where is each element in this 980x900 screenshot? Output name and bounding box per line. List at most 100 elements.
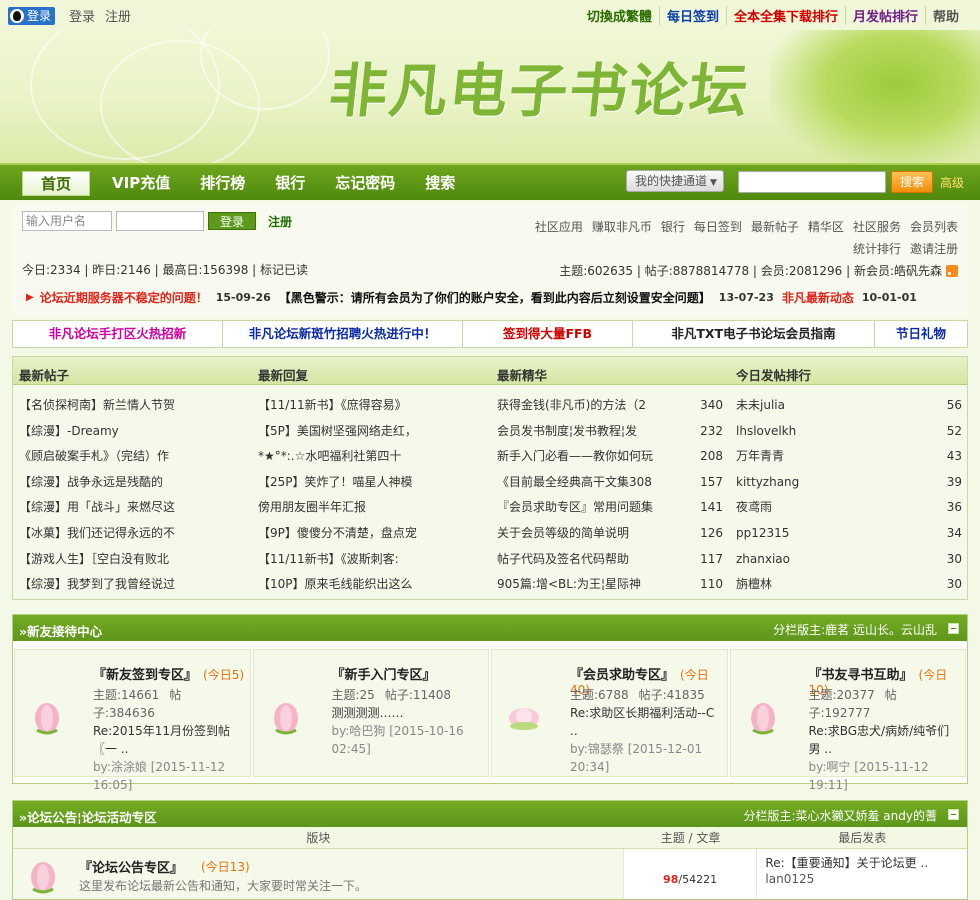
list-item[interactable]: 未未julia 56 [736,393,962,419]
nav-item[interactable]: 首页 [22,171,91,196]
list-item[interactable]: 【综漫】用「战斗」来燃尽这 [19,495,247,521]
quick-link[interactable]: 统计排行 [853,242,901,256]
search-input[interactable] [738,171,886,193]
list-item[interactable]: 【11/11新书】《庶得容易》 [258,393,486,419]
section-title[interactable]: »论坛公告¦论坛活动专区 [19,807,157,826]
list-item[interactable]: 【综漫】战争永远是残酷的 [19,470,247,496]
top-link[interactable]: 帮助 [924,6,966,25]
announcement-link[interactable]: 论坛近期服务器不稳定的问题！ [40,289,208,305]
promo-link[interactable]: 节日礼物 [875,321,967,347]
list-item[interactable]: 旃檀林 30 [736,572,962,598]
nav-item[interactable]: 搜索 [425,171,455,196]
list-item[interactable]: 【名侦探柯南】新兰情人节贺 [19,393,247,419]
quick-link[interactable]: 会员列表 [910,220,958,234]
nav-item[interactable]: 排行榜 [200,171,245,196]
list-item[interactable]: 帖子代码及签名代码帮助 117 [497,547,723,573]
list-item[interactable]: 【5P】美国树坚强网络走红， [258,419,486,445]
list-item[interactable]: 【综漫】我梦到了我曾经说过 [19,572,247,598]
quick-link[interactable]: 社区应用 [535,220,583,234]
list-item[interactable]: 傍用朋友圈半年汇报 [258,495,486,521]
quick-link[interactable]: 最新帖子 [751,220,799,234]
forum-card[interactable]: 『新友签到专区』 (今日5) 主题:14661 帖子:384636 Re:2015年11… [14,649,251,792]
list-item[interactable]: 『会员求助专区』常用问题集 141 [497,495,723,521]
list-item[interactable]: 会员发书制度¦发书教程¦发 232 [497,419,723,445]
promo-link[interactable]: 签到得大量FFB [463,321,633,347]
quick-link[interactable]: 每日签到 [694,220,742,234]
quick-link[interactable]: 精华区 [808,220,844,234]
qq-login-button[interactable]: 登录 [8,6,56,25]
forum-name[interactable]: 『新手入门专区』 [332,664,442,683]
last-post-author[interactable]: by:锦瑟祭 [2015-12-01 20:34] [570,740,720,776]
login-button[interactable]: 登录 [208,212,256,230]
list-item[interactable]: 关于会员等级的简单说明 126 [497,521,723,547]
quick-link[interactable]: 银行 [661,220,685,234]
login-link[interactable]: 登录 [69,6,95,25]
forum-card[interactable]: 『新手入门专区』 主题:25 帖子:11408 测测测测…… by:哈巴狗 [2015-… [252,649,489,777]
forum-topics: 主题:20377 [808,688,875,702]
list-item[interactable]: 【9P】傻傻分不清楚，盘点宠 [258,521,486,547]
quick-link[interactable]: 赚取非凡币 [592,220,652,234]
list-item-title: 夜鸢雨 [736,500,773,515]
collapse-icon[interactable] [948,623,959,634]
forum-card[interactable]: 『书友寻书互助』 (今日10) 主题:20377 帖子:192777 Re:求BG忠犬/… [729,649,966,792]
promo-link[interactable]: 非凡论坛手打区火热招新 [13,321,223,347]
nav-item[interactable]: 银行 [275,171,305,196]
list-item[interactable]: 《顾启破案手札》（完结）作 [19,444,247,470]
forum-card[interactable]: 『会员求助专区』 (今日40) 主题:6788 帖子:41835 Re:求助区长期福利活… [491,649,728,777]
list-item[interactable]: 获得金钱(非凡币)的方法（2 340 [497,393,723,419]
section-title[interactable]: »新友接待中心 [19,621,102,640]
last-post-link[interactable]: Re:【重要通知】关于论坛更 .. [765,855,967,871]
list-item-title: 万年青青 [736,449,785,464]
announcement-link[interactable]: 非凡最新动态 [782,289,854,305]
last-post-author[interactable]: by:哈巴狗 [2015-10-16 02:45] [332,722,482,758]
last-post-link[interactable]: Re:求BG忠犬/病娇/纯爷们男 .. [809,722,959,758]
advanced-search-link[interactable]: 高级 [940,174,964,191]
list-item[interactable]: *★°*:.☆水吧福利社第四十 [258,444,486,470]
top-link[interactable]: 全本全集下载排行 [725,6,845,25]
register-button[interactable]: 注册 [268,213,292,230]
nav-item[interactable]: VIP充值 [112,171,170,196]
list-item[interactable]: 【冰菓】我们还记得永远的不 [19,521,247,547]
list-item[interactable]: lhslovelkh 52 [736,419,962,445]
forum-name[interactable]: 『新友签到专区』 (今日5) [93,664,244,683]
list-item-title: 【冰菓】我们还记得永远的不 [19,525,176,540]
list-item[interactable]: 【25P】笑炸了！喵星人神模 [258,470,486,496]
top-link[interactable]: 每日签到 [658,6,726,25]
list-item[interactable]: 【11/11新书】《波斯刺客: [258,547,486,573]
list-item[interactable]: 新手入门必看——教你如何玩 208 [497,444,723,470]
list-item[interactable]: 万年青青 43 [736,444,962,470]
list-item[interactable]: 【游戏人生】［空白没有败北 [19,547,247,573]
promo-link[interactable]: 非凡论坛新斑竹招聘火热进行中！ [223,321,463,347]
nav-item[interactable]: 忘记密码 [335,171,395,196]
top-link[interactable]: 切換成繁體 [580,6,659,25]
quick-channel-select[interactable]: 我的快捷通道 ▼ [626,170,724,192]
search-button[interactable]: 搜索 [891,171,933,193]
list-item[interactable]: 《目前最全经典高干文集308 157 [497,470,723,496]
forum-name[interactable]: 『论坛公告专区』 [79,857,183,876]
rss-icon[interactable] [946,264,958,277]
promo-link[interactable]: 非凡TXT电子书论坛会员指南 [633,321,875,347]
list-item[interactable]: 【10P】原来毛线能织出这么 [258,572,486,598]
register-link[interactable]: 注册 [105,6,131,25]
collapse-icon[interactable] [948,809,959,820]
last-post-link[interactable]: 测测测测…… [332,704,482,722]
last-post-link[interactable]: Re:求助区长期福利活动--C .. [570,704,720,740]
top-link[interactable]: 月发帖排行 [844,6,925,25]
forum-description: 这里发布论坛最新公告和通知，大家要时常关注一下。 [79,879,368,893]
last-post-author[interactable]: lan0125 [765,871,967,887]
list-item[interactable]: kittyzhang 39 [736,470,962,496]
quick-link[interactable]: 邀请注册 [910,242,958,256]
site-logo[interactable]: 非凡电子书论坛 [326,44,755,128]
last-post-author[interactable]: by:涂涂娘 [2015-11-12 16:05] [93,758,243,794]
list-item[interactable]: 905篇:增<BL:为王¦星际神 110 [497,572,723,598]
quick-link[interactable]: 社区服务 [853,220,901,234]
list-item[interactable]: zhanxiao 30 [736,547,962,573]
last-post-author[interactable]: by:啊宁 [2015-11-12 19:11] [809,758,959,794]
username-input[interactable]: 输入用户名 [22,211,112,231]
list-item[interactable]: 【综漫】-Dreamy [19,419,247,445]
last-post-link[interactable]: Re:2015年11月份签到帖〖一 .. [93,722,243,758]
announcement-link[interactable]: 【黑色警示：请所有会员为了你们的账户安全，看到此内容后立刻设置安全问题】 [279,289,711,305]
list-item[interactable]: 夜鸢雨 36 [736,495,962,521]
list-item[interactable]: pp12315 34 [736,521,962,547]
password-input[interactable] [116,211,204,231]
